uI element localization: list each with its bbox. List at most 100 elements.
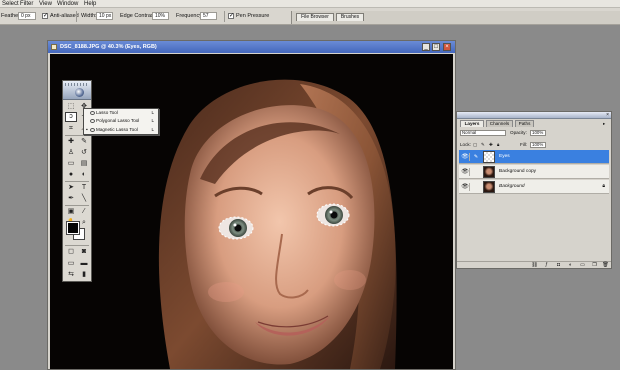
tab-file-browser[interactable]: File Browser — [296, 13, 334, 21]
divider — [65, 245, 89, 246]
pen-pressure-checkbox[interactable] — [228, 12, 234, 19]
lock-image-icon[interactable]: ✎ — [481, 142, 485, 148]
antialiased-checkbox[interactable] — [42, 12, 48, 19]
tab-layers[interactable]: Layers — [460, 120, 484, 127]
lasso-tool-icon[interactable]: ↄ — [65, 112, 77, 122]
opacity-input[interactable]: 100% — [530, 130, 546, 136]
layer-row-eyes[interactable]: 👁︎ ✎ Eyes — [459, 150, 609, 164]
polygonal-lasso-tool-option[interactable]: Polygonal Lasso Tool L — [84, 117, 158, 125]
image-canvas[interactable] — [50, 54, 453, 369]
healing-brush-icon[interactable]: ✚ — [65, 137, 77, 147]
layer-thumbnail — [483, 151, 495, 163]
maximize-button[interactable]: □ — [432, 43, 440, 51]
jump-to-imageready-icon[interactable]: ▮ — [78, 270, 90, 280]
jump-to-imageready-icon[interactable]: ⇆ — [65, 270, 77, 280]
notes-tool-icon[interactable]: ▣ — [65, 207, 77, 217]
lock-icon: 🔒︎ — [602, 183, 605, 189]
clone-stamp-icon[interactable]: ♙ — [65, 148, 77, 158]
layers-footer: ⛓ ƒ ◘ ◐ ▭ ❐ 🗑︎ — [457, 261, 611, 269]
lasso-tool-flyout: Lasso Tool L Polygonal Lasso Tool L ▪ Ma… — [83, 108, 159, 135]
screen-mode-icon[interactable]: ▭ — [65, 259, 77, 269]
crop-tool-icon[interactable]: ⌗ — [65, 124, 77, 134]
layer-thumbnail — [483, 166, 495, 178]
history-brush-icon[interactable]: ↺ — [78, 148, 90, 158]
brush-tool-icon[interactable]: ✎ — [78, 137, 90, 147]
layers-palette-title-bar[interactable]: × — [457, 112, 611, 119]
antialiased-label: Anti-aliased — [50, 13, 79, 19]
feather-input[interactable]: 0 px — [18, 12, 36, 20]
toolbox-header[interactable] — [63, 81, 91, 100]
link-layers-icon[interactable]: ⛓ — [531, 262, 538, 269]
standard-mode-icon[interactable]: ◻ — [65, 247, 77, 257]
frequency-input[interactable]: 57 — [200, 12, 217, 20]
divider — [65, 205, 89, 206]
document-title-bar[interactable]: DSC_8188.JPG @ 40.3% (Eyes, RGB) _ □ × — [48, 41, 455, 53]
image-file-icon — [51, 44, 57, 50]
eye-icon[interactable]: 👁︎ — [461, 183, 470, 191]
full-screen-mode-icon[interactable]: ▬ — [78, 259, 90, 269]
magnetic-lasso-icon — [90, 127, 95, 132]
magnetic-lasso-tool-option[interactable]: ▪ Magnetic Lasso Tool L — [84, 126, 158, 134]
layers-palette: × Layers Channels Paths ▸ Normal Opacity… — [456, 111, 612, 269]
fill-input[interactable]: 100% — [530, 142, 546, 148]
new-layer-icon[interactable]: ❐ — [591, 262, 598, 269]
type-tool-icon[interactable]: T — [78, 183, 90, 193]
blend-mode-select[interactable]: Normal — [460, 130, 506, 136]
lock-transparency-icon[interactable]: ▢ — [473, 142, 477, 148]
magnetic-lasso-tool-label: Magnetic Lasso Tool — [96, 126, 138, 132]
layer-name: Background copy — [499, 169, 537, 174]
close-icon[interactable]: × — [606, 112, 609, 118]
document-title: DSC_8188.JPG @ 40.3% (Eyes, RGB) — [60, 44, 157, 50]
zoom-tool-icon[interactable]: ⌕ — [78, 218, 90, 228]
tab-paths[interactable]: Paths — [515, 120, 534, 127]
polygonal-lasso-icon — [90, 119, 95, 124]
polygonal-lasso-tool-label: Polygonal Lasso Tool — [96, 118, 140, 124]
foreground-color-swatch[interactable] — [66, 221, 80, 235]
trash-icon[interactable]: 🗑︎ — [602, 262, 609, 269]
layer-row-background[interactable]: 👁︎ Background 🔒︎ — [459, 180, 609, 194]
gradient-tool-icon[interactable]: ▤ — [78, 159, 90, 169]
fill-label: Fill: — [520, 142, 528, 147]
menu-select[interactable]: Select — [2, 0, 19, 8]
opacity-label: Opacity: — [510, 130, 527, 135]
new-fill-layer-icon[interactable]: ◐ — [567, 262, 574, 269]
shape-tool-icon[interactable]: ╲ — [78, 194, 90, 204]
eraser-tool-icon[interactable]: ▭ — [65, 159, 77, 169]
brush-icon: ✎ — [473, 154, 479, 160]
selected-bullet-icon: ▪ — [86, 126, 88, 133]
layer-thumbnail — [483, 181, 495, 193]
width-input[interactable]: 10 px — [96, 12, 113, 20]
eye-icon[interactable]: 👁︎ — [461, 153, 470, 161]
layer-name: Background — [499, 184, 525, 189]
lock-position-icon[interactable]: ✚ — [489, 142, 493, 148]
eye-icon[interactable]: 👁︎ — [461, 168, 470, 176]
path-selection-icon[interactable]: ➤ — [65, 183, 77, 193]
width-label: Width: — [81, 13, 97, 19]
menu-view[interactable]: View — [39, 0, 52, 8]
marquee-tool-icon[interactable]: ⬚ — [65, 102, 77, 112]
edge-contrast-input[interactable]: 10% — [152, 12, 169, 20]
blur-tool-icon[interactable]: ● — [65, 170, 77, 180]
quick-mask-icon[interactable]: ◙ — [78, 247, 90, 257]
divider — [76, 11, 77, 22]
minimize-button[interactable]: _ — [422, 43, 430, 51]
palette-menu-icon[interactable]: ▸ — [603, 121, 605, 127]
layer-row-background-copy[interactable]: 👁︎ Background copy — [459, 165, 609, 179]
dodge-tool-icon[interactable]: ◐ — [78, 170, 90, 180]
tab-brushes[interactable]: Brushes — [336, 13, 364, 21]
eyedropper-tool-icon[interactable]: ⁄ — [78, 207, 90, 217]
brush-icon — [472, 183, 480, 191]
new-group-icon[interactable]: ▭ — [579, 262, 586, 269]
menu-window[interactable]: Window — [57, 0, 78, 8]
close-button[interactable]: × — [443, 43, 451, 51]
lock-all-icon[interactable]: 🔒︎ — [497, 142, 499, 148]
tab-channels[interactable]: Channels — [486, 120, 513, 127]
lasso-tool-option[interactable]: Lasso Tool L — [84, 109, 158, 117]
brush-icon — [472, 168, 480, 176]
layer-style-icon[interactable]: ƒ — [543, 262, 550, 269]
add-mask-icon[interactable]: ◘ — [555, 262, 562, 269]
menu-filter[interactable]: Filter — [20, 0, 33, 8]
lasso-tool-label: Lasso Tool — [96, 110, 118, 115]
pen-tool-icon[interactable]: ✒ — [65, 194, 77, 204]
menu-help[interactable]: Help — [84, 0, 96, 8]
